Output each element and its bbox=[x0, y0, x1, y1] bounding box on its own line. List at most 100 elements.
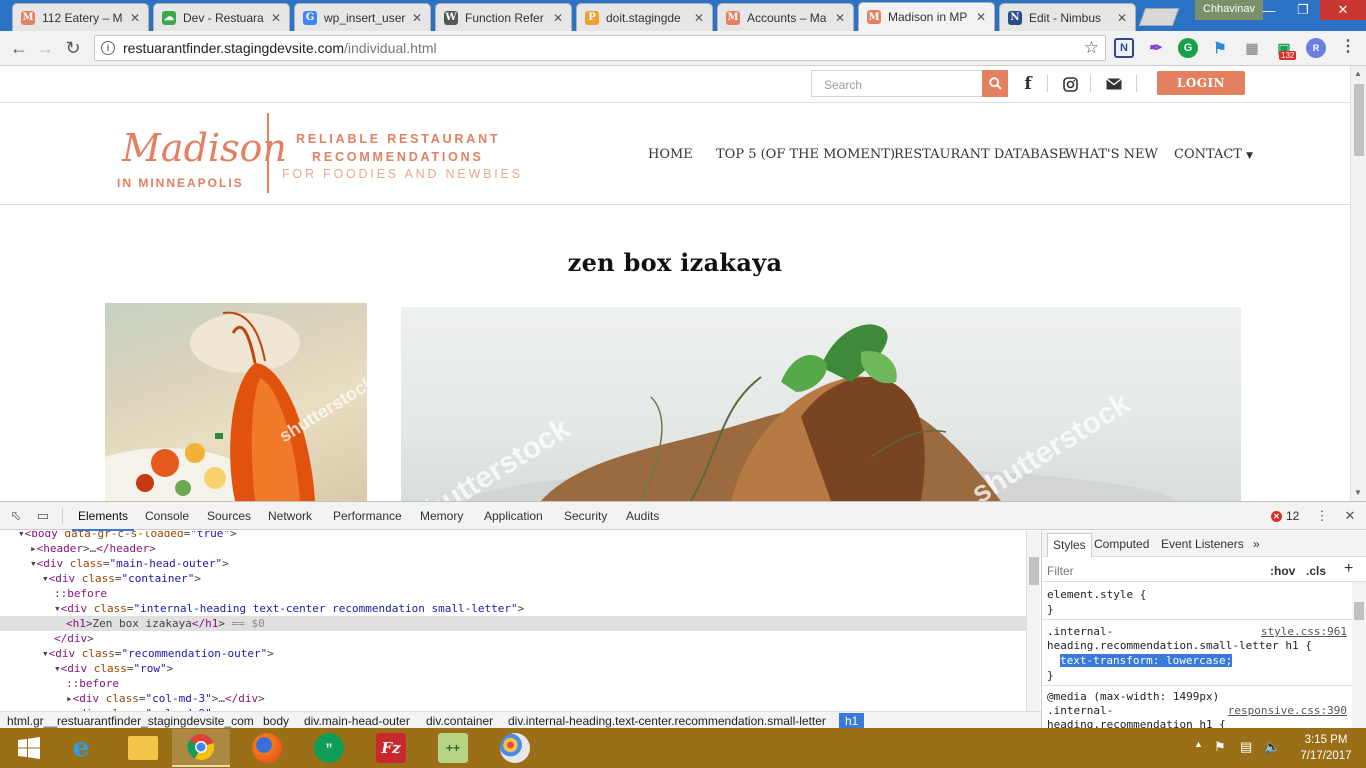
breadcrumb-item[interactable]: div.container bbox=[426, 714, 493, 728]
browser-tab[interactable]: Gwp_insert_user ✕ bbox=[294, 3, 431, 31]
start-button[interactable] bbox=[0, 729, 58, 767]
close-window-icon[interactable]: ✕ bbox=[1320, 0, 1366, 20]
breadcrumb-item[interactable]: body bbox=[263, 714, 289, 728]
file-explorer-taskbar[interactable] bbox=[114, 729, 172, 767]
dom-node[interactable]: ▾<div class="row"> bbox=[0, 661, 1026, 676]
notepad-plus-taskbar[interactable]: ++ bbox=[424, 729, 482, 767]
reload-icon[interactable]: ↻ bbox=[62, 37, 84, 59]
grid-extension-icon[interactable]: ▦ bbox=[1242, 38, 1262, 58]
dom-node[interactable]: ▾<div class="container"> bbox=[0, 571, 1026, 586]
browser-tab[interactable]: M 112 Eatery – M ✕ bbox=[12, 3, 149, 31]
source-link[interactable]: responsive.css:390 bbox=[1228, 704, 1347, 717]
grammarly-extension-icon[interactable]: G bbox=[1178, 38, 1198, 58]
hov-toggle[interactable]: :hov bbox=[1270, 564, 1295, 578]
close-tab-icon[interactable]: ✕ bbox=[1117, 11, 1127, 25]
error-count-badge[interactable]: ✕ 12 bbox=[1271, 509, 1299, 523]
scroll-thumb[interactable] bbox=[1029, 557, 1039, 585]
action-center-icon[interactable]: ⚑ bbox=[1214, 739, 1226, 755]
filter-input[interactable]: Filter bbox=[1047, 564, 1074, 578]
breadcrumb-item[interactable]: div.main-head-outer bbox=[304, 714, 410, 728]
tab-event-listeners[interactable]: Event Listeners bbox=[1161, 537, 1244, 551]
dom-node[interactable]: ▸<header>…</header> bbox=[0, 541, 1026, 556]
scroll-down-icon[interactable]: ▼ bbox=[1354, 488, 1362, 497]
scroll-thumb[interactable] bbox=[1354, 602, 1364, 620]
tab-audits[interactable]: Audits bbox=[626, 509, 659, 523]
close-tab-icon[interactable]: ✕ bbox=[271, 11, 281, 25]
back-arrow-icon[interactable]: ← bbox=[8, 37, 30, 59]
close-devtools-icon[interactable]: ✕ bbox=[1342, 508, 1358, 524]
volume-icon[interactable]: 🔈 bbox=[1264, 739, 1280, 755]
styles-scrollbar[interactable] bbox=[1352, 582, 1366, 729]
close-tab-icon[interactable]: ✕ bbox=[412, 11, 422, 25]
tab-sources[interactable]: Sources bbox=[207, 509, 251, 523]
tab-performance[interactable]: Performance bbox=[333, 509, 402, 523]
devtools-menu-icon[interactable]: ⋮ bbox=[1314, 508, 1330, 524]
browser-tab[interactable]: W Function Refer ✕ bbox=[435, 3, 572, 31]
internet-explorer-taskbar[interactable]: e bbox=[52, 729, 110, 767]
nimbus-extension-icon[interactable]: N bbox=[1114, 38, 1134, 58]
dom-node[interactable]: ▸<div class="col-md-3">…</div> bbox=[0, 691, 1026, 706]
forward-arrow-icon[interactable]: → bbox=[34, 37, 56, 59]
element-style-selector[interactable]: element.style { bbox=[1047, 588, 1146, 601]
browser-tab[interactable]: N Edit - Nimbus ✕ bbox=[999, 3, 1136, 31]
login-button[interactable]: LOGIN bbox=[1157, 71, 1245, 95]
close-tab-icon[interactable]: ✕ bbox=[130, 11, 140, 25]
bookmark-star-icon[interactable]: ☆ bbox=[1084, 38, 1099, 58]
info-icon[interactable]: i bbox=[101, 41, 115, 55]
feather-extension-icon[interactable]: ✒ bbox=[1146, 38, 1166, 58]
dom-scrollbar[interactable] bbox=[1026, 531, 1040, 711]
source-link[interactable]: style.css:961 bbox=[1261, 625, 1347, 638]
breadcrumb-item-active[interactable]: h1 bbox=[839, 713, 865, 729]
nav-whats-new[interactable]: WHAT'S NEW bbox=[1065, 147, 1158, 162]
css-declaration[interactable]: text-transform: lowercase; bbox=[1060, 654, 1233, 667]
nav-home[interactable]: HOME bbox=[648, 147, 693, 162]
paint-taskbar[interactable] bbox=[486, 729, 544, 767]
mail-icon[interactable] bbox=[1102, 73, 1126, 95]
cls-toggle[interactable]: .cls bbox=[1306, 564, 1326, 578]
more-tabs-icon[interactable]: » bbox=[1253, 537, 1260, 551]
tab-memory[interactable]: Memory bbox=[420, 509, 463, 523]
dom-tree[interactable]: ▾<body data-gr-c-s-loaded="true"> ▸<heade… bbox=[0, 531, 1026, 711]
address-bar[interactable]: i restuarantfinder.stagingdevsite.com/in… bbox=[94, 35, 1106, 61]
chrome-taskbar[interactable] bbox=[172, 729, 230, 767]
tab-elements[interactable]: Elements bbox=[71, 509, 135, 531]
rule-selector[interactable]: .internal- bbox=[1047, 625, 1113, 638]
hangouts-taskbar[interactable]: ” bbox=[300, 729, 358, 767]
dom-node[interactable]: ▾<div class="main-head-outer"> bbox=[0, 556, 1026, 571]
browser-tab[interactable]: M Madison in MP ✕ bbox=[858, 2, 995, 31]
tab-application[interactable]: Application bbox=[484, 509, 543, 523]
browser-tab[interactable]: ☁ Dev - Restuara ✕ bbox=[153, 3, 290, 31]
scroll-thumb[interactable] bbox=[1354, 84, 1364, 156]
r-extension-icon[interactable]: R bbox=[1306, 38, 1326, 58]
rule-selector[interactable]: .internal- bbox=[1047, 704, 1113, 717]
chrome-menu-icon[interactable]: ⋮ bbox=[1340, 36, 1356, 56]
show-hidden-icons-icon[interactable]: ▲ bbox=[1194, 739, 1203, 749]
browser-tab[interactable]: M Accounts – Ma ✕ bbox=[717, 3, 854, 31]
close-tab-icon[interactable]: ✕ bbox=[976, 10, 986, 24]
rule-selector[interactable]: heading.recommendation.small-letter h1 { bbox=[1047, 639, 1312, 652]
scroll-up-icon[interactable]: ▲ bbox=[1354, 69, 1362, 78]
add-rule-icon[interactable]: + bbox=[1344, 560, 1353, 578]
facebook-icon[interactable]: f bbox=[1016, 73, 1040, 95]
dom-node[interactable]: ::before bbox=[0, 586, 1026, 601]
filezilla-taskbar[interactable]: Fz bbox=[362, 729, 420, 767]
search-input[interactable]: Search bbox=[811, 70, 983, 97]
page-scrollbar[interactable]: ▲ ▼ bbox=[1350, 66, 1366, 501]
flag-extension-icon[interactable]: ⚑ bbox=[1210, 38, 1230, 58]
close-tab-icon[interactable]: ✕ bbox=[553, 11, 563, 25]
close-tab-icon[interactable]: ✕ bbox=[694, 11, 704, 25]
search-button[interactable] bbox=[982, 70, 1008, 97]
tab-console[interactable]: Console bbox=[145, 509, 189, 523]
tab-network[interactable]: Network bbox=[268, 509, 312, 523]
nav-contact[interactable]: CONTACT ▼ bbox=[1174, 147, 1253, 162]
dom-node[interactable]: ▾<div class="internal-heading text-cente… bbox=[0, 601, 1026, 616]
dom-node[interactable]: </div> bbox=[0, 631, 1026, 646]
device-toolbar-icon[interactable]: ▭ bbox=[35, 508, 51, 524]
browser-tab[interactable]: Pdoit.stagingde ✕ bbox=[576, 3, 713, 31]
inspect-element-icon[interactable]: ⬁ bbox=[8, 508, 24, 524]
breadcrumb-item[interactable]: div.internal-heading.text-center.recomme… bbox=[508, 714, 826, 728]
close-tab-icon[interactable]: ✕ bbox=[835, 11, 845, 25]
dom-node[interactable]: ▾<body data-gr-c-s-loaded="true"> bbox=[0, 531, 1026, 541]
dom-node-selected[interactable]: <h1>Zen box izakaya</h1> == $0 bbox=[0, 616, 1026, 631]
breadcrumb-item[interactable]: html.gr__restuarantfinder_stagingdevsite… bbox=[7, 714, 254, 728]
